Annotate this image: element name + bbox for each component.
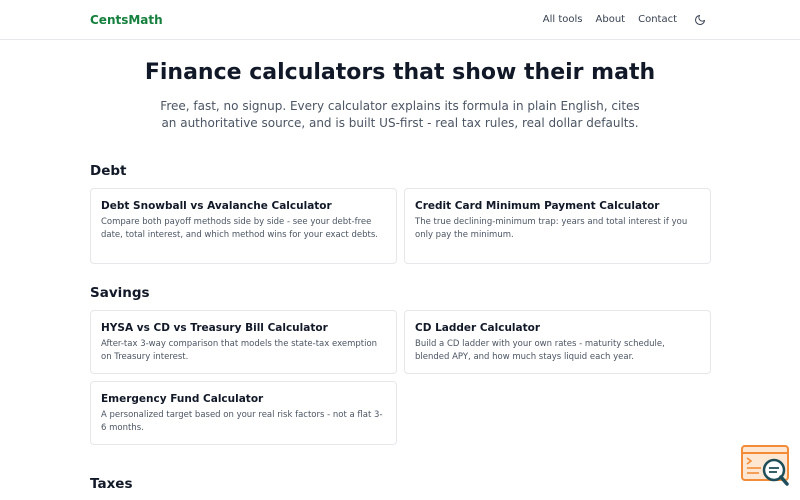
- section-title: Debt: [90, 163, 127, 179]
- hero: Finance calculators that show their math…: [0, 60, 800, 132]
- site-header: CentsMath All tools About Contact: [0, 0, 800, 40]
- card-title: Debt Snowball vs Avalanche Calculator: [101, 200, 332, 212]
- card-emergency-fund[interactable]: Emergency Fund Calculator A personalized…: [90, 381, 397, 445]
- nav-contact[interactable]: Contact: [638, 14, 677, 25]
- card-debt-snowball-avalanche[interactable]: Debt Snowball vs Avalanche Calculator Co…: [90, 188, 397, 264]
- card-title: CD Ladder Calculator: [415, 322, 541, 334]
- card-grid: HYSA vs CD vs Treasury Bill Calculator A…: [90, 310, 711, 445]
- card-description: Compare both payoff methods side by side…: [101, 217, 378, 240]
- page-title: Finance calculators that show their math: [144, 60, 656, 85]
- moon-icon[interactable]: [693, 13, 707, 27]
- card-title: Credit Card Minimum Payment Calculator: [415, 200, 660, 212]
- brand-logo[interactable]: CentsMath: [90, 13, 163, 27]
- section-title: Taxes: [90, 476, 133, 492]
- card-description: Build a CD ladder with your own rates - …: [415, 339, 665, 362]
- page-subtitle: Free, fast, no signup. Every calculator …: [160, 99, 640, 130]
- card-grid: Debt Snowball vs Avalanche Calculator Co…: [90, 188, 711, 264]
- section-debt: Debt Debt Snowball vs Avalanche Calculat…: [0, 163, 800, 264]
- section-savings: Savings HYSA vs CD vs Treasury Bill Calc…: [0, 285, 800, 445]
- card-description: A personalized target based on your real…: [101, 410, 383, 433]
- nav-all-tools[interactable]: All tools: [543, 14, 583, 25]
- main-nav: All tools About Contact: [543, 13, 707, 27]
- card-cd-ladder[interactable]: CD Ladder Calculator Build a CD ladder w…: [404, 310, 711, 374]
- section-title: Savings: [90, 285, 150, 301]
- card-title: Emergency Fund Calculator: [101, 393, 264, 405]
- card-hysa-cd-treasury[interactable]: HYSA vs CD vs Treasury Bill Calculator A…: [90, 310, 397, 374]
- card-credit-card-minimum[interactable]: Credit Card Minimum Payment Calculator T…: [404, 188, 711, 264]
- card-title: HYSA vs CD vs Treasury Bill Calculator: [101, 322, 328, 334]
- card-description: The true declining-minimum trap: years a…: [415, 217, 688, 240]
- section-taxes: Taxes: [0, 476, 800, 492]
- card-description: After-tax 3-way comparison that models t…: [101, 339, 378, 362]
- search-document-icon[interactable]: [739, 443, 791, 489]
- nav-about[interactable]: About: [596, 14, 626, 25]
